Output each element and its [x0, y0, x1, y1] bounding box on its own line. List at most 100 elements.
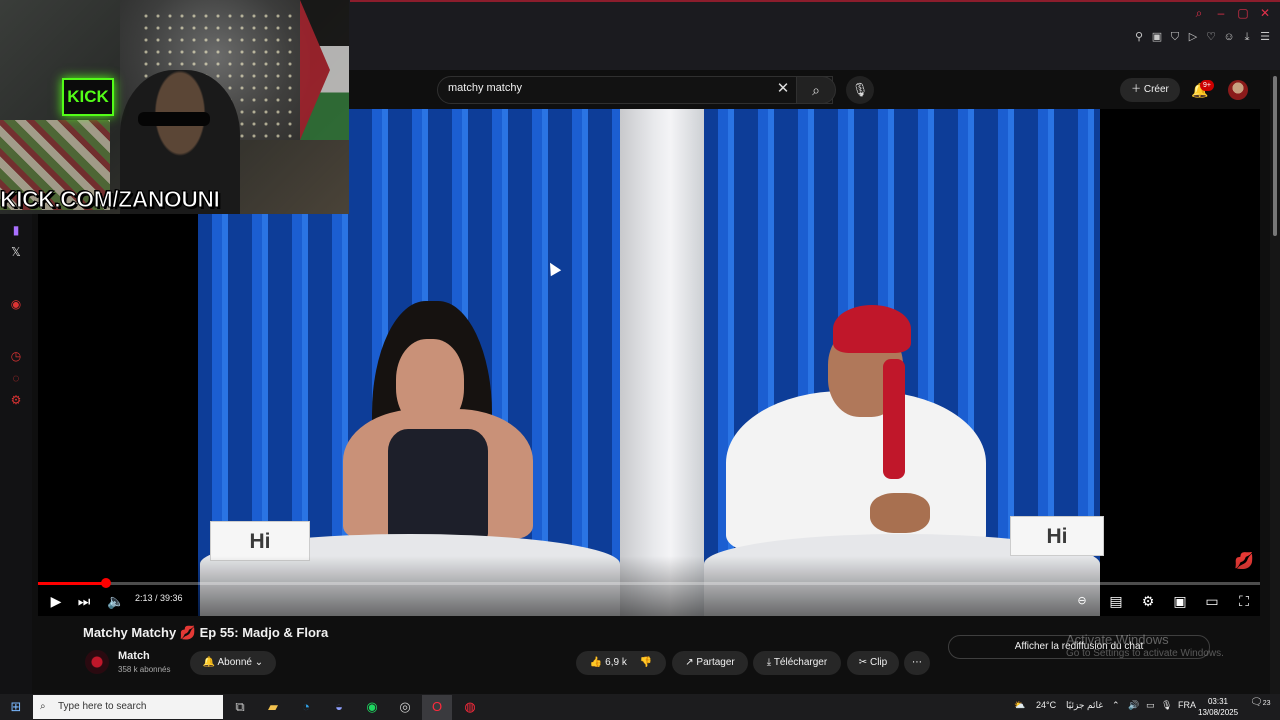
man-durag	[833, 305, 911, 353]
minimize-icon[interactable]: –	[1214, 6, 1228, 20]
share-label: Partager	[696, 657, 735, 668]
extension-bar: ⚲ ▣ ⛉ ▷ ♡ ☺ ⤓ ☰	[1132, 30, 1272, 44]
settings-icon[interactable]: ⚙	[8, 392, 24, 408]
taskbar-search-icon: ⌕	[40, 701, 46, 712]
taskbar-search-input[interactable]: Type here to search	[33, 695, 223, 719]
like-button[interactable]: 👍 6,9 k	[590, 657, 627, 668]
heart-icon[interactable]: ♡	[1204, 30, 1218, 44]
miniplayer-icon[interactable]: ▣	[1168, 591, 1192, 611]
activate-windows-title: Activate Windows	[1066, 632, 1169, 647]
next-icon[interactable]: ⏭	[74, 591, 94, 611]
windows-start-icon[interactable]: ⊞	[8, 699, 24, 715]
durag-tail	[883, 359, 905, 479]
clip-button[interactable]: ✂ Clip	[847, 651, 899, 675]
create-button[interactable]: ＋ Créer	[1120, 78, 1180, 102]
task-view-icon[interactable]: ⧉	[230, 697, 250, 717]
language-indicator[interactable]: FRA	[1178, 700, 1196, 710]
pin-icon[interactable]: ⚲	[1132, 30, 1146, 44]
clock-date: 13/08/2025	[1198, 708, 1239, 717]
network-icon[interactable]: ▭	[1146, 700, 1155, 711]
notification-count: 23	[1262, 700, 1271, 707]
webcam-overlay: KICK KICK.COM/ZANOUNI	[0, 0, 349, 214]
tabs-icon[interactable]: ▣	[1150, 30, 1164, 44]
desktop: ⌕ – ▢ ✕ ⚲ ▣ ⛉ ▷ ♡ ☺ ⤓ ☰ ▮ 𝕏 ◉ ◷ ◌ ⚙ matc…	[0, 0, 1280, 720]
tab-accent-line	[350, 0, 1280, 2]
woman-top	[388, 429, 488, 539]
opera-icon-2[interactable]: ◍	[460, 697, 480, 717]
notification-center-icon[interactable]: 🗨23	[1250, 697, 1271, 708]
play-icon[interactable]: ▶	[46, 591, 66, 611]
activate-windows-subtitle: Go to Settings to activate Windows.	[1066, 648, 1224, 659]
kick-url: KICK.COM/ZANOUNI	[0, 186, 220, 213]
channel-avatar[interactable]	[85, 650, 109, 674]
obs-icon[interactable]: ◎	[395, 697, 415, 717]
progress-played	[38, 582, 107, 585]
dislike-button[interactable]: 👎	[640, 657, 652, 668]
search-icon[interactable]: ⌕	[1192, 6, 1206, 20]
close-icon[interactable]: ✕	[1258, 6, 1272, 20]
discord-icon[interactable]: ◒	[329, 697, 349, 717]
left-hi-sign: Hi	[210, 521, 310, 561]
history-icon[interactable]: ◷	[8, 348, 24, 364]
volume-icon[interactable]: 🔈	[106, 591, 126, 611]
sunglasses	[138, 112, 210, 126]
opera-gx-icon[interactable]: O	[427, 697, 447, 717]
maximize-icon[interactable]: ▢	[1236, 6, 1250, 20]
clear-search-icon[interactable]: ✕	[775, 81, 791, 97]
file-explorer-icon[interactable]: ▰	[263, 697, 283, 717]
chat-icon[interactable]: ◌	[8, 370, 24, 386]
play-icon[interactable]: ▷	[1186, 30, 1200, 44]
edge-icon[interactable]: ◔	[296, 697, 316, 717]
share-button[interactable]: ↗ Partager	[672, 651, 748, 675]
subtitles-icon[interactable]: ▤	[1104, 591, 1128, 611]
channel-name[interactable]: Match	[118, 650, 150, 662]
search-button[interactable]: ⌕	[796, 76, 836, 104]
autoplay-toggle-icon[interactable]: ⊖	[1070, 591, 1094, 611]
x-icon[interactable]: 𝕏	[8, 244, 24, 260]
center-divider	[620, 109, 704, 616]
page-scrollbar[interactable]	[1270, 70, 1280, 694]
man-hands	[870, 493, 930, 533]
like-count: 6,9 k	[605, 657, 627, 668]
create-label: Créer	[1143, 84, 1169, 95]
time-display: 2:13 / 39:36	[135, 593, 183, 603]
clock-time: 03:31	[1207, 697, 1229, 706]
notification-badge: 9+	[1200, 80, 1214, 91]
window-controls: ⌕ – ▢ ✕	[1192, 6, 1272, 20]
kick-logo: KICK	[62, 78, 114, 116]
mic-tray-icon[interactable]: 🎙	[1161, 700, 1172, 711]
shield-icon[interactable]: ⛉	[1168, 30, 1182, 44]
microphone-icon[interactable]: 🎙	[846, 76, 874, 104]
progress-bar[interactable]	[38, 578, 1260, 588]
taskbar-clock[interactable]: 03:31 13/08/2025	[1198, 696, 1238, 718]
like-dislike-group: 👍 6,9 k 👎	[576, 651, 666, 675]
subscribed-button[interactable]: 🔔 Abonné ⌄	[190, 651, 276, 675]
download-button[interactable]: ⤓ Télécharger	[753, 651, 841, 675]
fullscreen-icon[interactable]: ⛶	[1232, 591, 1256, 611]
spotify-icon[interactable]: ◉	[362, 697, 382, 717]
opera-icon[interactable]: ◉	[8, 296, 24, 312]
search-query[interactable]: matchy matchy	[448, 82, 522, 94]
weather-icon[interactable]: ⛅	[1014, 700, 1025, 711]
opera-sidebar: ▮ 𝕏 ◉ ◷ ◌ ⚙	[0, 214, 32, 694]
woman-face	[396, 339, 464, 429]
weather-temp[interactable]: 24°C	[1036, 700, 1056, 710]
weather-text[interactable]: غائم جزئيًا	[1066, 700, 1103, 711]
download-label: Télécharger	[773, 657, 828, 668]
twitch-icon[interactable]: ▮	[8, 222, 24, 238]
settings-gear-icon[interactable]: ⚙	[1136, 591, 1160, 611]
subscriber-count: 358 k abonnés	[118, 665, 171, 674]
scrollbar-thumb[interactable]	[1273, 76, 1277, 236]
subscribed-label: Abonné	[217, 657, 252, 668]
clip-label: Clip	[869, 657, 888, 668]
account-avatar[interactable]	[1228, 80, 1248, 100]
profile-icon[interactable]: ☺	[1222, 30, 1236, 44]
video-title: Matchy Matchy 💋 Ep 55: Madjo & Flora	[83, 625, 329, 640]
tray-overflow-icon[interactable]: ⌃	[1112, 700, 1120, 711]
more-icon[interactable]: ⋯	[904, 651, 930, 675]
download-icon[interactable]: ⤓	[1240, 30, 1254, 44]
flag	[300, 0, 349, 140]
speaker-icon[interactable]: 🔊	[1128, 700, 1139, 711]
menu-icon[interactable]: ☰	[1258, 30, 1272, 44]
theater-icon[interactable]: ▭	[1200, 591, 1224, 611]
